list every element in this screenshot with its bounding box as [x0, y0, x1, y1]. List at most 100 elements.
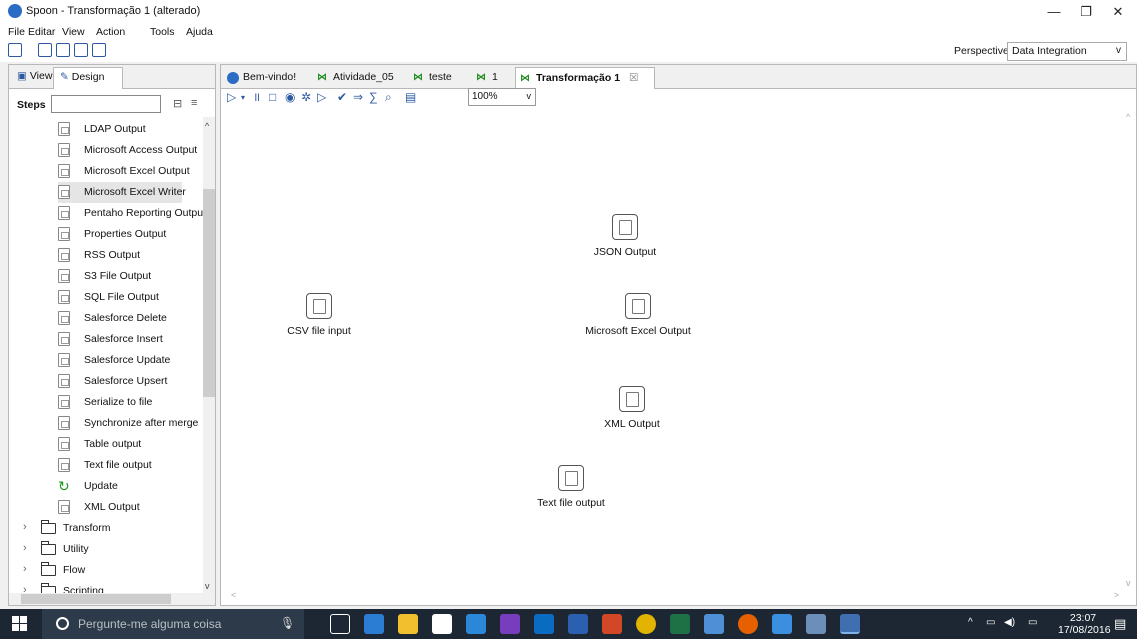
volume-icon[interactable]: ◀)	[1004, 617, 1015, 628]
folder-flow[interactable]: › Flow	[9, 560, 205, 581]
excel-icon[interactable]	[670, 614, 690, 634]
paint-icon[interactable]	[806, 614, 826, 634]
task-view-icon[interactable]	[330, 614, 350, 634]
tree-vertical-scrollbar[interactable]: ^ v	[203, 117, 215, 593]
tree-item-salesforce-delete[interactable]: Salesforce Delete	[9, 308, 205, 329]
impact-icon[interactable]: ⇒	[353, 91, 366, 104]
pause-icon[interactable]: ॥	[253, 91, 266, 104]
outlook-icon[interactable]	[534, 614, 554, 634]
cortana-search-box[interactable]: Pergunte-me alguma coisa 🎙	[42, 609, 304, 639]
windows-start-button[interactable]	[12, 616, 28, 632]
perspective-select[interactable]: Data Integration v	[1007, 42, 1127, 61]
spoon-taskbar-icon[interactable]	[840, 614, 860, 634]
scroll-left-icon[interactable]: <	[231, 590, 236, 600]
tree-item-pentaho-reporting-output[interactable]: Pentaho Reporting Output	[9, 203, 205, 224]
explore-db-icon[interactable]: ⌕	[385, 91, 398, 104]
close-button[interactable]: ✕	[1104, 2, 1132, 22]
tree-item-microsoft-excel-writer[interactable]: Microsoft Excel Writer	[58, 182, 186, 203]
powerpoint-icon[interactable]	[602, 614, 622, 634]
pencil-app-icon[interactable]	[704, 614, 724, 634]
canvas-horizontal-scrollbar[interactable]: < >	[227, 590, 1123, 602]
tab-teste[interactable]: ⋈ teste	[409, 67, 456, 89]
tree-item-properties-output[interactable]: Properties Output	[9, 224, 205, 245]
collapse-all-icon[interactable]: ⊟	[173, 97, 187, 110]
menu-action[interactable]: Action	[96, 26, 125, 38]
run-icon[interactable]: ▷	[227, 91, 240, 104]
scroll-up-icon[interactable]: ^	[1126, 112, 1130, 122]
notifications-icon[interactable]: ▤	[1114, 616, 1126, 632]
new-file-icon[interactable]	[8, 43, 22, 57]
help-icon[interactable]	[466, 614, 486, 634]
menu-ajuda[interactable]: Ajuda	[186, 26, 213, 38]
replay-icon[interactable]: ▷	[317, 91, 330, 104]
menu-tools[interactable]: Tools	[150, 26, 175, 38]
tab-design[interactable]: ✎ Design	[53, 67, 123, 89]
folder-utility[interactable]: › Utility	[9, 539, 205, 560]
onenote-icon[interactable]	[500, 614, 520, 634]
transformation-icon: ⋈	[476, 72, 486, 83]
tree-item-salesforce-insert[interactable]: Salesforce Insert	[9, 329, 205, 350]
close-tab-icon[interactable]: ☒	[629, 72, 638, 84]
scrollbar-thumb[interactable]	[203, 189, 215, 397]
edge-icon[interactable]	[364, 614, 384, 634]
tree-item-salesforce-update[interactable]: Salesforce Update	[9, 350, 205, 371]
tree-item-s3-file-output[interactable]: S3 File Output	[9, 266, 205, 287]
open-file-icon[interactable]	[38, 43, 52, 57]
network-icon[interactable]: ▭	[1028, 617, 1037, 628]
tab-view[interactable]: ▣ View	[11, 67, 58, 89]
microphone-icon[interactable]: 🎙	[280, 616, 295, 630]
tree-item-salesforce-upsert[interactable]: Salesforce Upsert	[9, 371, 205, 392]
preview-icon[interactable]: ◉	[285, 91, 298, 104]
scroll-down-icon[interactable]: v	[205, 581, 210, 591]
save-icon[interactable]	[74, 43, 88, 57]
scrollbar-thumb[interactable]	[21, 594, 171, 604]
tree-item-synchronize-after-merge[interactable]: Synchronize after merge	[9, 413, 205, 434]
tray-chevron-icon[interactable]: ^	[968, 617, 973, 628]
firefox-icon[interactable]	[738, 614, 758, 634]
tree-item-xml-output[interactable]: XML Output	[9, 497, 205, 518]
taskbar-clock[interactable]: 23:07 17/08/2016	[1058, 612, 1111, 636]
steps-search-input[interactable]	[51, 95, 161, 113]
zoom-select[interactable]: 100% v	[468, 88, 536, 106]
store-icon[interactable]	[432, 614, 452, 634]
tab-atividade-05[interactable]: ⋈ Atividade_05	[313, 67, 398, 89]
expand-all-icon[interactable]: ≡	[191, 97, 205, 109]
show-results-icon[interactable]: ▤	[405, 91, 418, 104]
tree-item-sql-file-output[interactable]: SQL File Output	[9, 287, 205, 308]
folder-scripting[interactable]: › Scripting	[9, 581, 205, 593]
scroll-up-icon[interactable]: ^	[205, 121, 209, 131]
tree-item-ldap-output[interactable]: LDAP Output	[9, 119, 205, 140]
verify-icon[interactable]: ✔	[337, 91, 350, 104]
scroll-right-icon[interactable]: >	[1114, 590, 1119, 600]
minimize-button[interactable]: —	[1040, 2, 1068, 22]
tree-item-rss-output[interactable]: RSS Output	[9, 245, 205, 266]
tree-item-update[interactable]: ↻ Update	[9, 476, 205, 497]
tree-item-microsoft-access-output[interactable]: Microsoft Access Output	[9, 140, 205, 161]
menu-file[interactable]: File	[8, 26, 25, 38]
scroll-down-icon[interactable]: v	[1126, 578, 1131, 588]
stop-icon[interactable]: □	[269, 91, 282, 104]
tree-item-serialize-to-file[interactable]: Serialize to file	[9, 392, 205, 413]
tab-transformacao-1[interactable]: ⋈ Transformação 1 ☒	[515, 67, 655, 89]
word-icon[interactable]	[568, 614, 588, 634]
debug-icon[interactable]: ✲	[301, 91, 314, 104]
tab-1[interactable]: ⋈ 1	[472, 67, 502, 89]
explore-repository-icon[interactable]	[56, 43, 70, 57]
tree-horizontal-scrollbar[interactable]	[9, 593, 215, 605]
save-as-icon[interactable]	[92, 43, 106, 57]
menu-editar[interactable]: Editar	[28, 26, 55, 38]
transformation-canvas[interactable]: JSON Output CSV file input Microsoft Exc…	[227, 110, 1123, 590]
maximize-button[interactable]: ❐	[1072, 2, 1100, 22]
tab-bem-vindo[interactable]: Bem-vindo!	[223, 67, 300, 89]
app-icon[interactable]	[772, 614, 792, 634]
chrome-icon[interactable]	[636, 614, 656, 634]
battery-icon[interactable]: ▭	[986, 617, 995, 628]
tree-item-microsoft-excel-output[interactable]: Microsoft Excel Output	[9, 161, 205, 182]
file-explorer-icon[interactable]	[398, 614, 418, 634]
sql-icon[interactable]: ∑	[369, 91, 382, 104]
canvas-vertical-scrollbar[interactable]: ^ v	[1124, 110, 1136, 590]
tree-item-text-file-output[interactable]: Text file output	[9, 455, 205, 476]
folder-transform[interactable]: › Transform	[9, 518, 205, 539]
menu-view[interactable]: View	[62, 26, 85, 38]
tree-item-table-output[interactable]: Table output	[9, 434, 205, 455]
